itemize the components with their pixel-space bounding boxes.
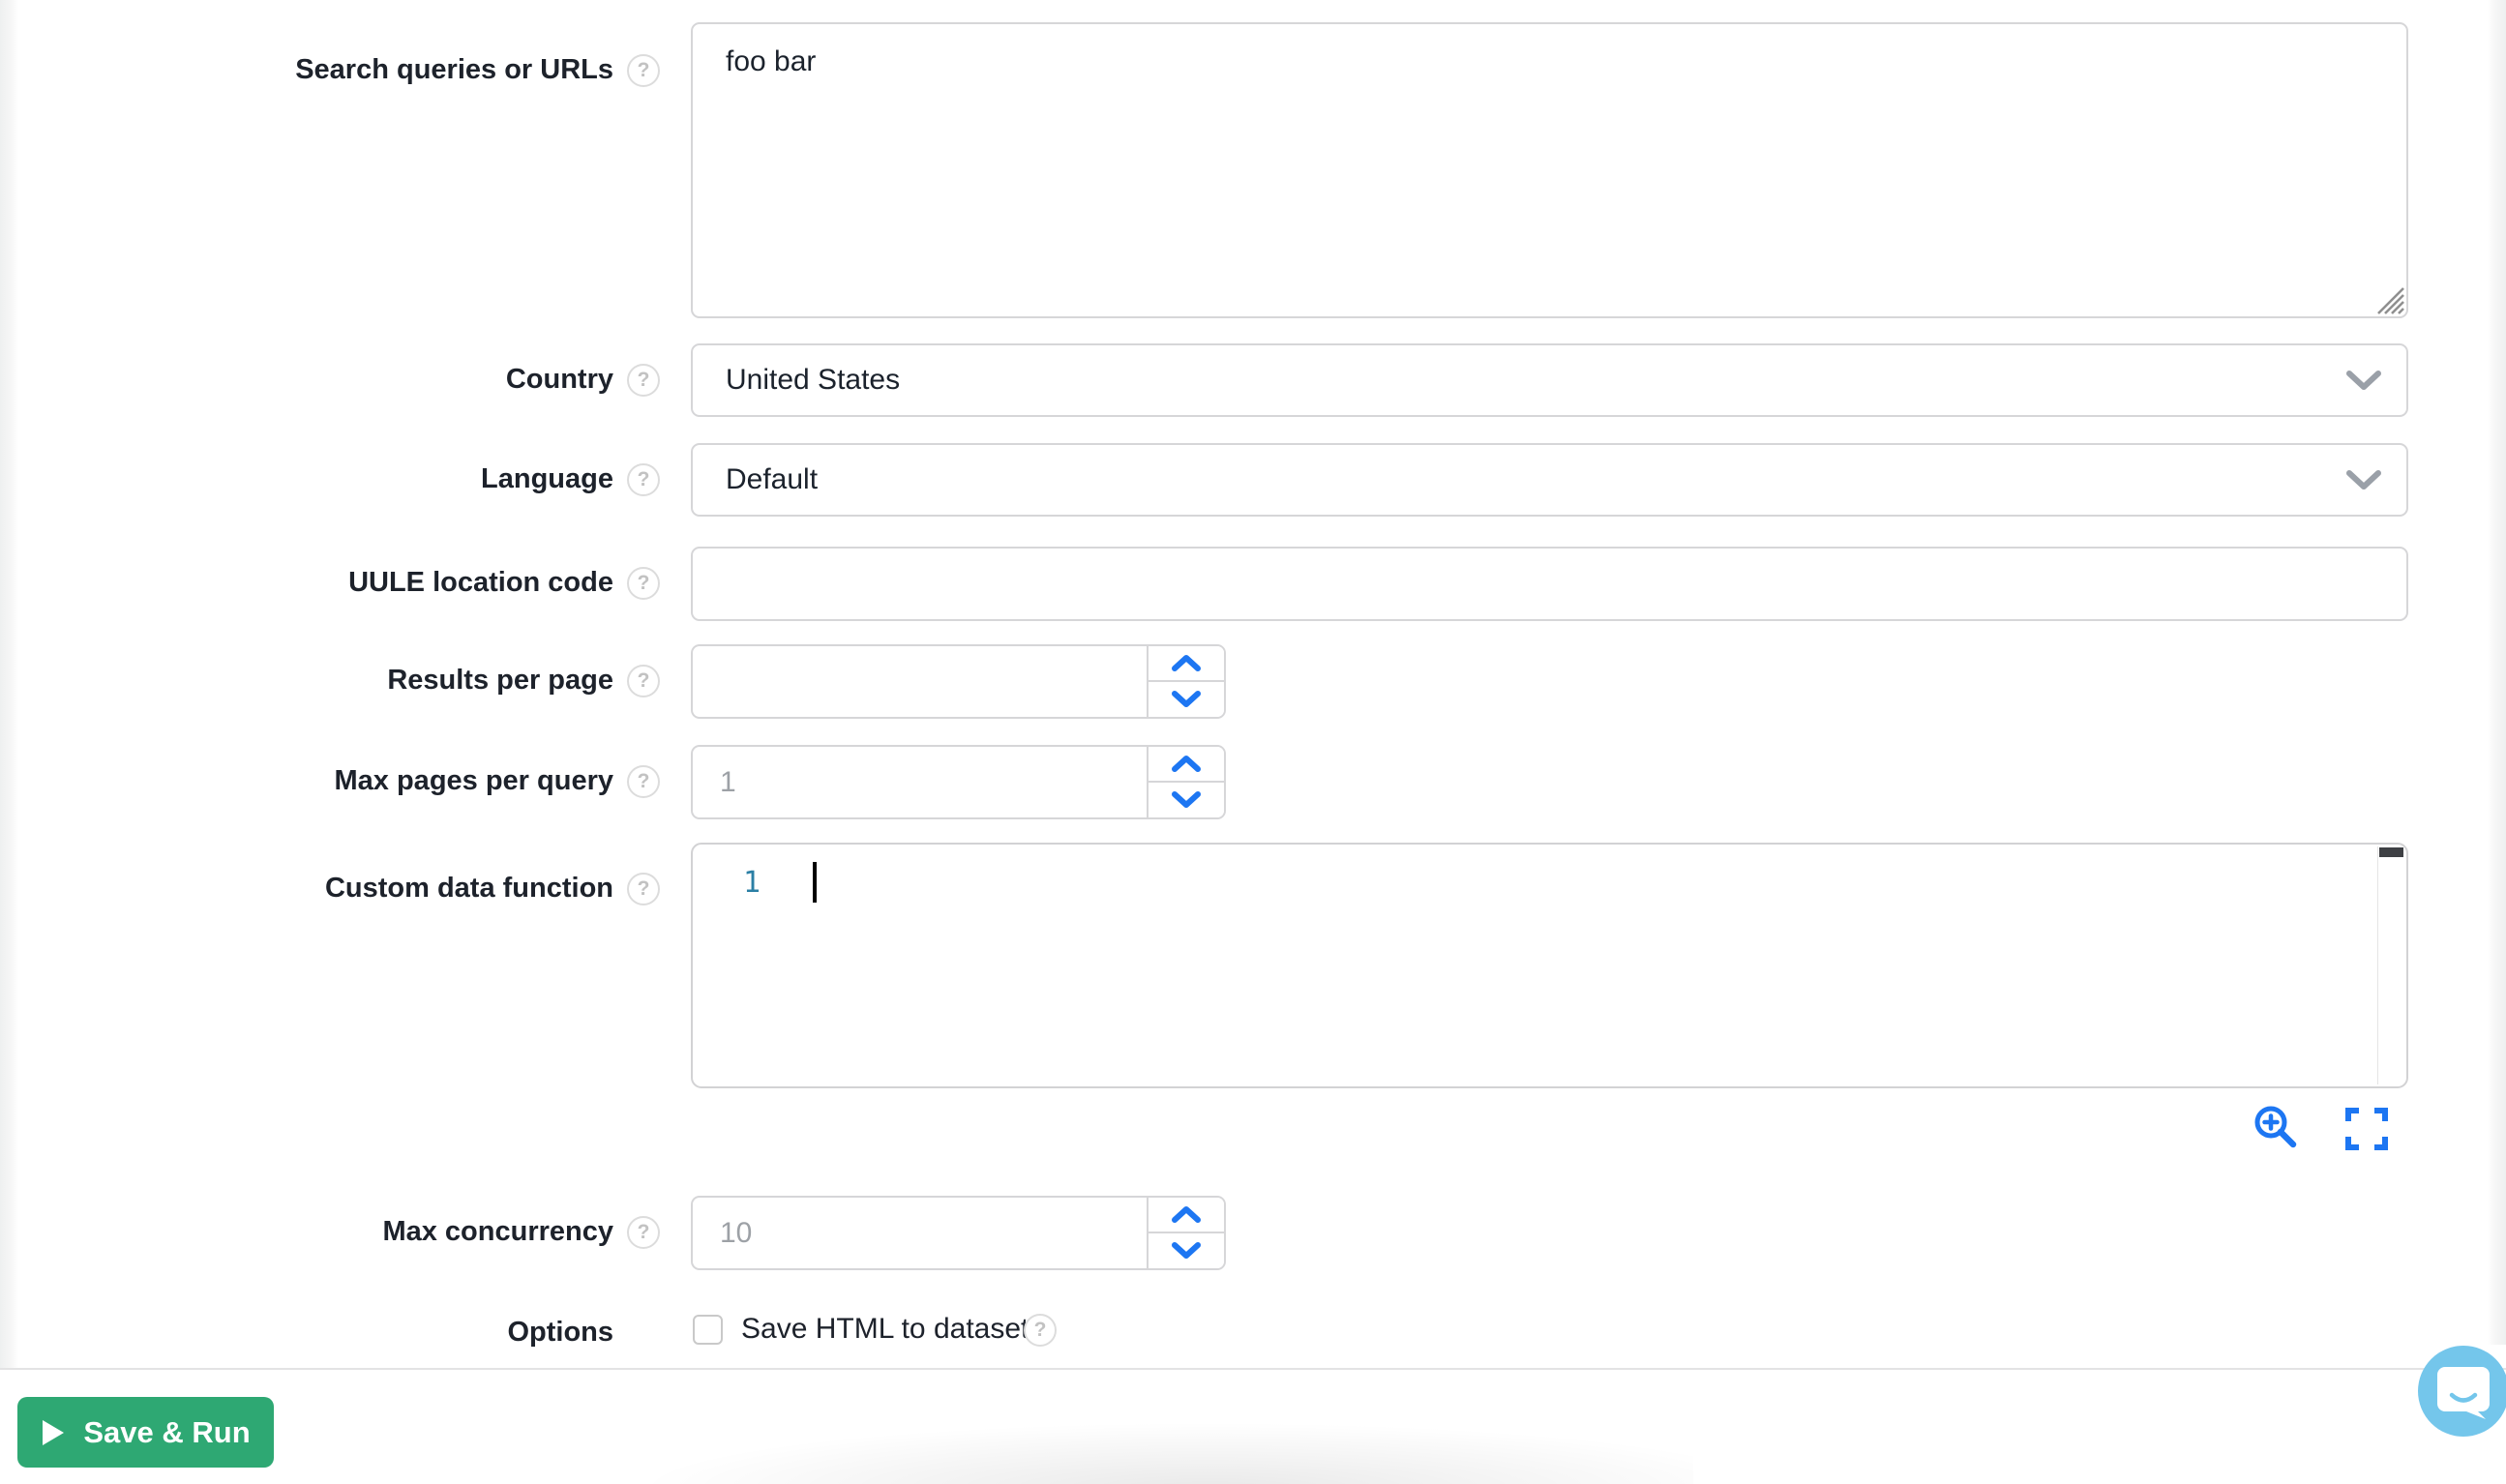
max-pages-stepper bbox=[691, 745, 1226, 819]
save-and-run-label: Save & Run bbox=[83, 1415, 250, 1450]
search-queries-textarea[interactable]: foo bar bbox=[691, 22, 2408, 318]
increment-button[interactable] bbox=[1149, 646, 1224, 682]
help-icon[interactable]: ? bbox=[1024, 1314, 1057, 1347]
custom-data-function-label: Custom data function bbox=[0, 872, 613, 905]
save-html-checkbox[interactable] bbox=[693, 1315, 723, 1345]
editor-line-number: 1 bbox=[743, 866, 761, 900]
language-label: Language bbox=[0, 462, 613, 495]
decrement-button[interactable] bbox=[1149, 1233, 1224, 1269]
chevron-up-icon bbox=[1171, 654, 1202, 672]
help-icon[interactable]: ? bbox=[627, 1216, 660, 1249]
editor-zoom-in-icon[interactable] bbox=[2252, 1104, 2299, 1150]
language-select[interactable]: Default bbox=[691, 443, 2408, 517]
results-per-page-label: Results per page bbox=[0, 664, 613, 697]
country-selected-value: United States bbox=[726, 364, 900, 397]
chevron-down-icon bbox=[1171, 790, 1202, 809]
language-selected-value: Default bbox=[726, 463, 818, 496]
decrement-button[interactable] bbox=[1149, 682, 1224, 718]
help-icon[interactable]: ? bbox=[627, 873, 660, 905]
play-icon bbox=[41, 1418, 66, 1447]
country-select[interactable]: United States bbox=[691, 343, 2408, 417]
editor-scrollbar-track[interactable] bbox=[2377, 846, 2379, 1084]
custom-data-function-code-editor[interactable]: 1 bbox=[691, 843, 2408, 1088]
save-html-checkbox-label[interactable]: Save HTML to dataset bbox=[741, 1313, 1029, 1346]
uule-input[interactable] bbox=[691, 547, 2408, 621]
max-concurrency-input[interactable] bbox=[691, 1196, 1147, 1270]
chevron-down-icon bbox=[1171, 690, 1202, 708]
editor-text-cursor bbox=[813, 862, 817, 903]
help-icon[interactable]: ? bbox=[627, 765, 660, 798]
max-concurrency-stepper bbox=[691, 1196, 1226, 1270]
chevron-down-icon bbox=[2344, 369, 2383, 392]
chevron-down-icon bbox=[1171, 1241, 1202, 1260]
max-pages-label: Max pages per query bbox=[0, 764, 613, 797]
increment-button[interactable] bbox=[1149, 747, 1224, 783]
search-queries-label: Search queries or URLs bbox=[0, 53, 613, 86]
editor-scrollbar-thumb[interactable] bbox=[2379, 847, 2403, 857]
results-per-page-input[interactable] bbox=[691, 644, 1147, 719]
results-per-page-stepper bbox=[691, 644, 1226, 719]
textarea-resize-handle[interactable] bbox=[2371, 282, 2405, 315]
footer-bar bbox=[0, 1370, 2506, 1484]
editor-fullscreen-icon[interactable] bbox=[2345, 1108, 2388, 1150]
save-and-run-button[interactable]: Save & Run bbox=[17, 1397, 274, 1468]
help-icon[interactable]: ? bbox=[627, 364, 660, 397]
chevron-up-icon bbox=[1171, 1205, 1202, 1224]
help-icon[interactable]: ? bbox=[627, 54, 660, 87]
page-right-shadow bbox=[2488, 0, 2506, 1345]
chat-bubble-icon bbox=[2435, 1362, 2491, 1420]
chat-widget-button[interactable] bbox=[2418, 1346, 2506, 1437]
options-label: Options bbox=[0, 1316, 613, 1349]
max-pages-input[interactable] bbox=[691, 745, 1147, 819]
chevron-down-icon bbox=[2344, 468, 2383, 491]
decrement-button[interactable] bbox=[1149, 783, 1224, 818]
uule-label: UULE location code bbox=[0, 566, 613, 599]
chevron-up-icon bbox=[1171, 755, 1202, 773]
country-label: Country bbox=[0, 363, 613, 396]
max-concurrency-label: Max concurrency bbox=[0, 1215, 613, 1248]
help-icon[interactable]: ? bbox=[627, 665, 660, 697]
help-icon[interactable]: ? bbox=[627, 463, 660, 496]
increment-button[interactable] bbox=[1149, 1198, 1224, 1233]
help-icon[interactable]: ? bbox=[627, 567, 660, 600]
